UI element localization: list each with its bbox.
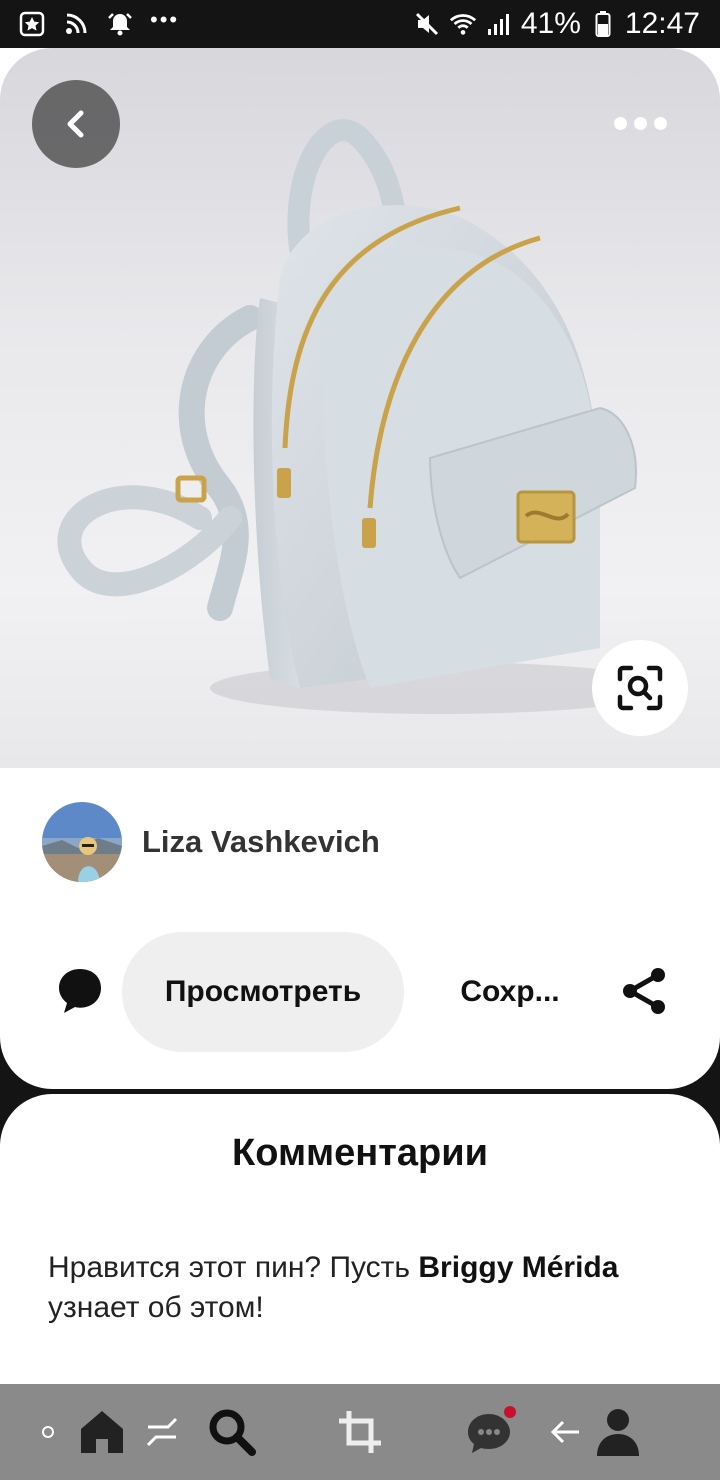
author-name[interactable]: Liza Vashkevich (142, 824, 380, 860)
battery-percent: 41% (520, 7, 581, 40)
visual-search-button[interactable] (592, 640, 688, 736)
recent-apps-button[interactable] (30, 1384, 66, 1480)
prompt-text-before: Нравится этот пин? Пусть (48, 1251, 419, 1284)
nav-swap-button[interactable] (138, 1384, 186, 1480)
swap-icon (146, 1417, 178, 1447)
more-dot-icon (633, 116, 647, 130)
home-icon (81, 1411, 123, 1453)
wifi-icon (449, 10, 477, 38)
comment-button[interactable] (56, 966, 104, 1016)
comments-title: Комментарии (232, 1132, 488, 1174)
comments-section: Комментарии Нравится этот пин? Пусть Bri… (0, 1094, 720, 1394)
mute-icon (413, 10, 441, 38)
comments-empty-prompt: Нравится этот пин? Пусть Briggy Mérida у… (48, 1248, 688, 1328)
nav-messages-button[interactable] (460, 1384, 520, 1480)
pin-actions: Просмотреть Сохр... (0, 932, 720, 1052)
more-dot-icon (613, 116, 627, 130)
bottom-navigation (0, 1384, 720, 1480)
clock: 12:47 (624, 7, 700, 40)
comment-bubble-icon (59, 969, 101, 1013)
share-button[interactable] (620, 966, 668, 1016)
prompt-user-link[interactable]: Briggy Mérida (418, 1251, 618, 1284)
search-icon (209, 1409, 256, 1456)
more-dot-icon (653, 116, 667, 130)
messages-icon (468, 1406, 516, 1453)
system-back-button[interactable] (542, 1384, 588, 1480)
status-bar: ••• 41% 12:47 (0, 0, 720, 48)
profile-icon (597, 1409, 639, 1456)
nav-search-button[interactable] (200, 1384, 264, 1480)
view-button[interactable]: Просмотреть (122, 932, 404, 1052)
nav-home-button[interactable] (74, 1384, 130, 1480)
circle-icon (42, 1426, 54, 1438)
back-button[interactable] (32, 80, 120, 168)
lens-search-icon (617, 665, 663, 711)
chevron-left-icon (67, 110, 84, 138)
pin-author[interactable]: Liza Vashkevich (42, 802, 380, 882)
share-icon (623, 968, 665, 1014)
nav-profile-button[interactable] (590, 1384, 646, 1480)
battery-icon (589, 10, 617, 38)
alarm-icon (106, 10, 134, 38)
star-notification-icon (18, 10, 46, 38)
back-arrow-icon (550, 1420, 579, 1444)
notification-badge (504, 1406, 516, 1418)
rss-icon (62, 10, 90, 38)
prompt-text-after: узнает об этом! (48, 1291, 264, 1324)
pin-card: Liza Vashkevich Просмотреть Сохр... (0, 48, 720, 1089)
pin-image[interactable] (0, 48, 720, 768)
signal-icon (485, 10, 513, 38)
more-notifications-icon: ••• (150, 7, 180, 32)
crop-icon (339, 1411, 381, 1453)
nav-create-button[interactable] (330, 1384, 390, 1480)
avatar[interactable] (42, 802, 122, 882)
more-options-button[interactable] (600, 98, 680, 148)
save-button[interactable]: Сохр... (440, 932, 580, 1052)
avatar-image (42, 802, 122, 882)
